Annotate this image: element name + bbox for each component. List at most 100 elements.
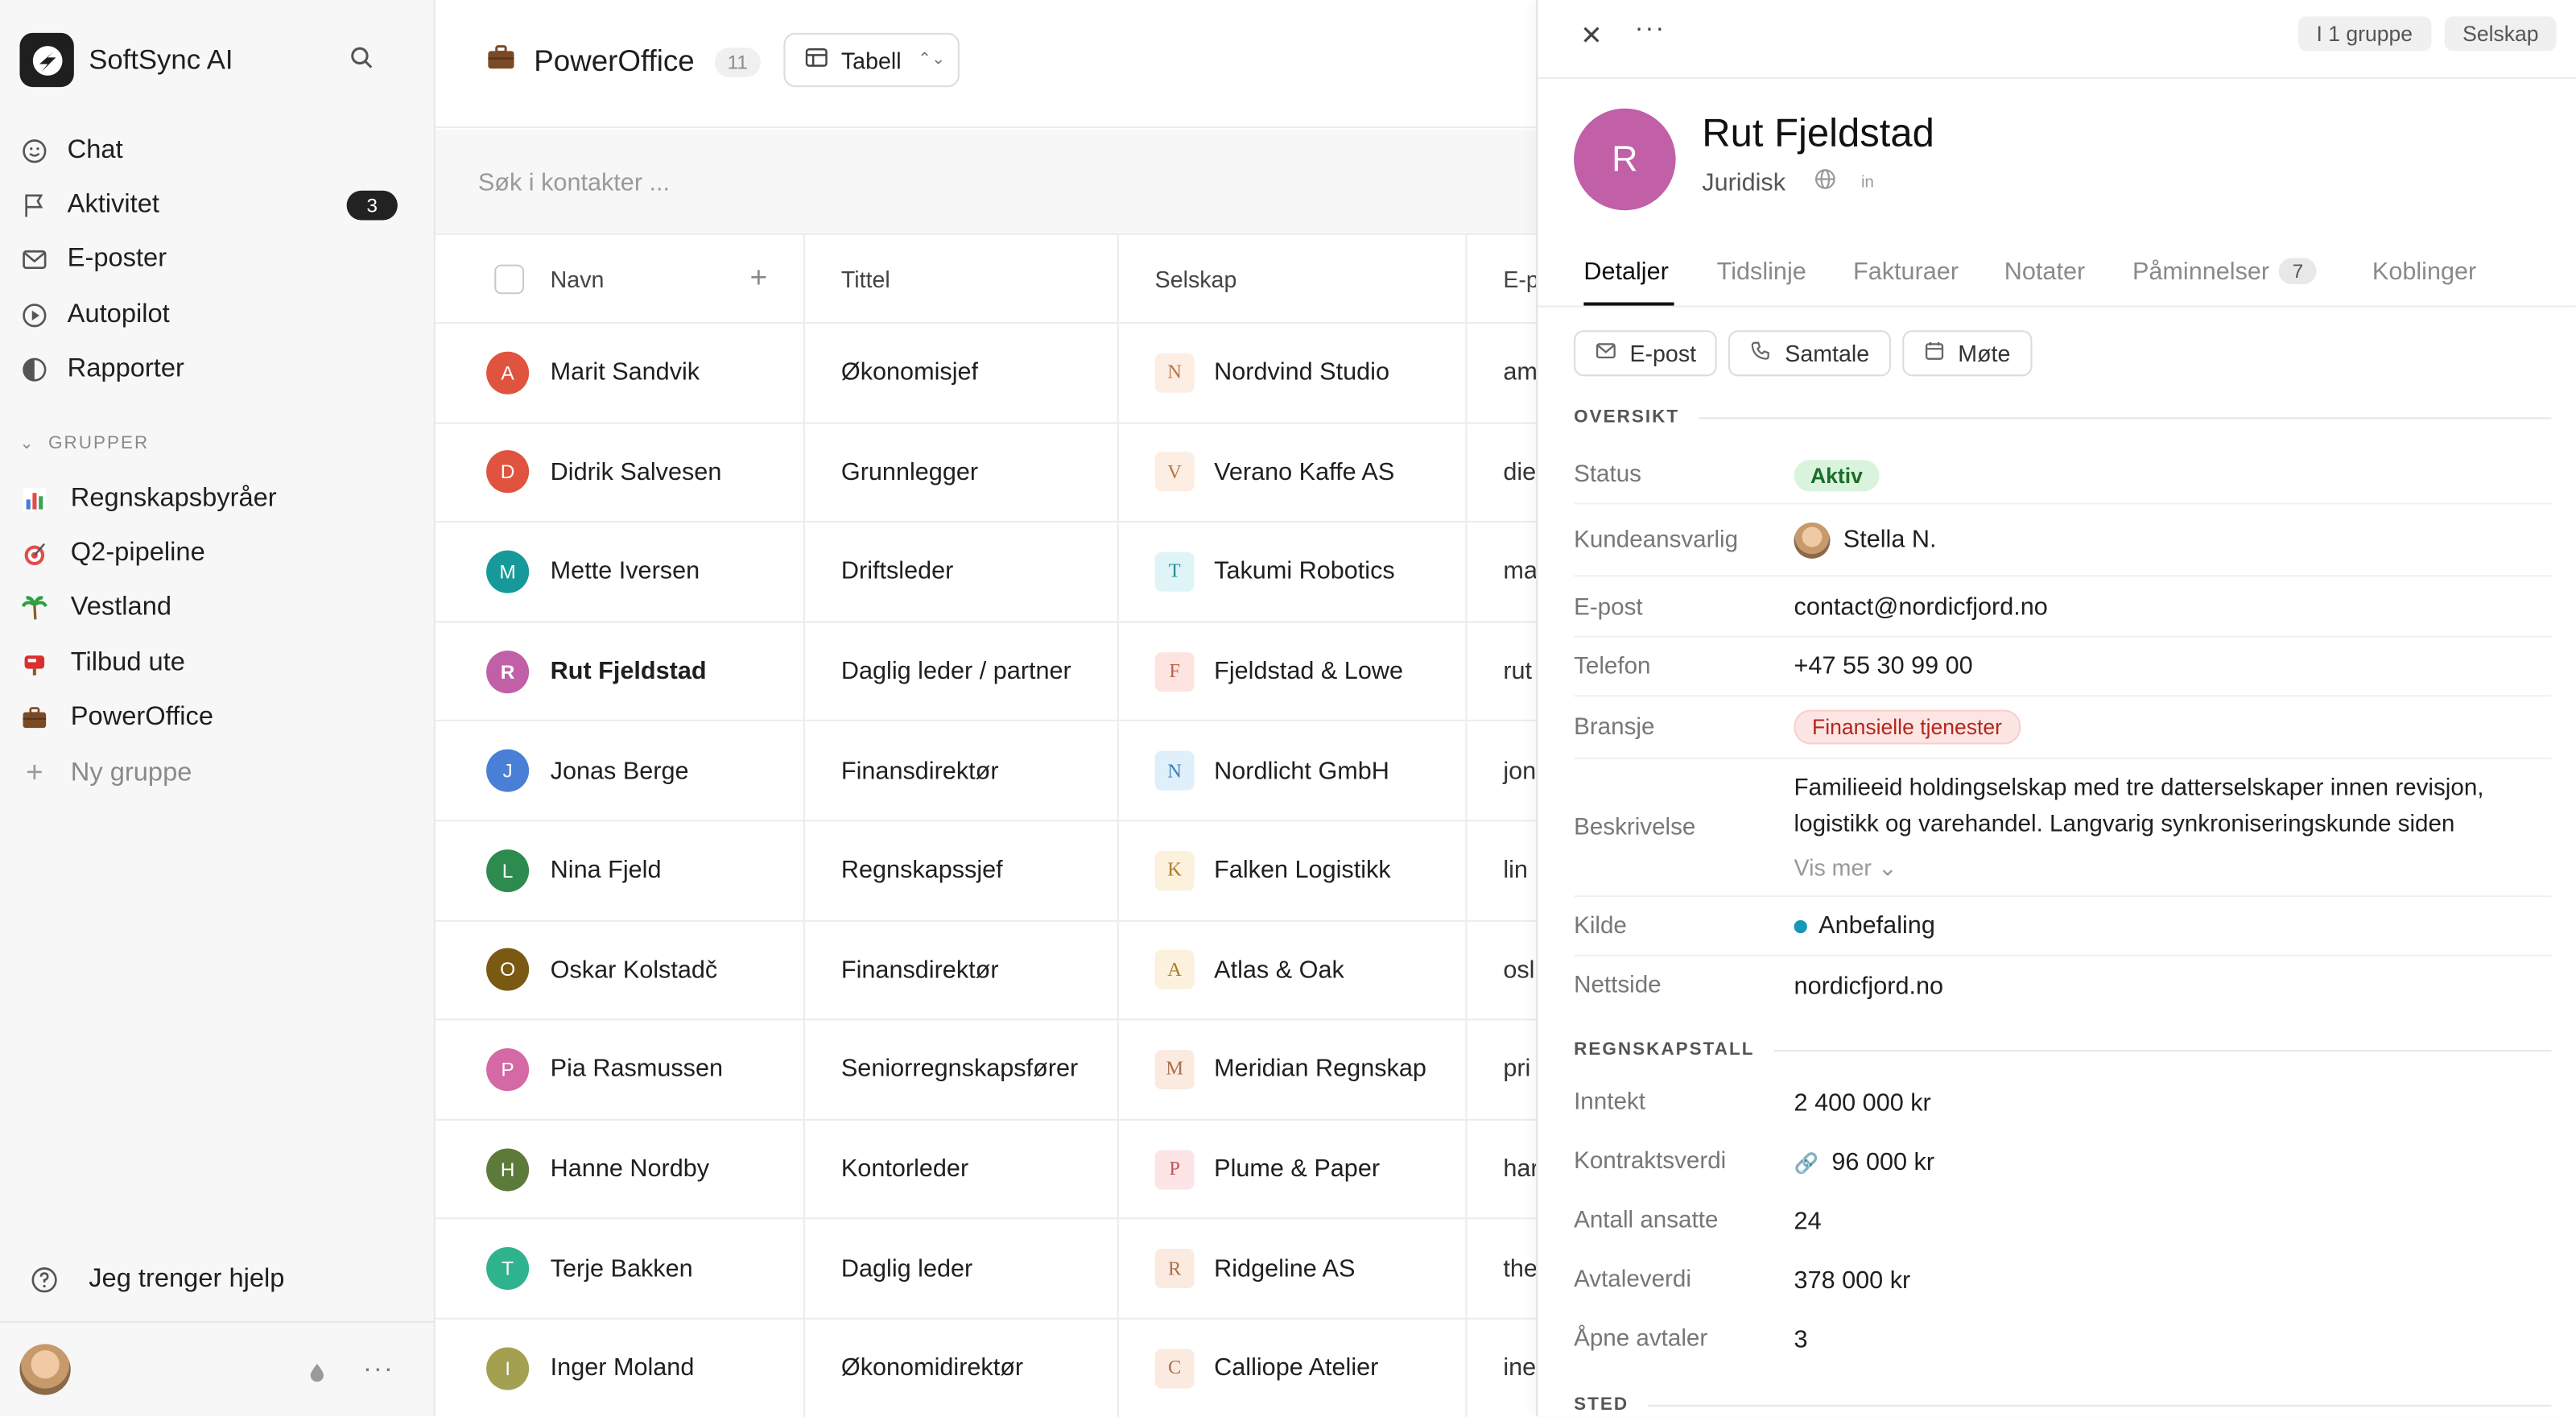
tab-koblinger[interactable]: Koblinger [2372, 254, 2476, 287]
group-item-regnskapsbyraer[interactable]: Regnskapsbyråer [0, 472, 436, 527]
tab-notater[interactable]: Notater [2004, 254, 2085, 287]
cell-name[interactable]: M Mette Iversen [436, 523, 805, 621]
cell-email[interactable]: die [1467, 423, 1536, 522]
more-icon[interactable]: ··· [363, 1356, 394, 1386]
cell-name[interactable]: T Terje Bakken [436, 1219, 805, 1318]
cell-company[interactable]: V Verano Kaffe AS [1119, 423, 1468, 522]
table-row[interactable]: P Pia Rasmussen Seniorregnskapsfører M Merid… [435, 1020, 1537, 1121]
cell-email[interactable]: lin [1467, 821, 1536, 919]
show-more-link[interactable]: Vis mer ⌄ [1794, 849, 2552, 886]
email-button[interactable]: E-post [1574, 330, 1718, 377]
cell-email[interactable]: ine [1467, 1320, 1536, 1417]
cell-email[interactable]: osl [1467, 921, 1536, 1019]
cell-email[interactable]: ma [1467, 523, 1536, 621]
phone-value[interactable]: +47 55 30 99 00 [1794, 652, 2552, 680]
cell-company[interactable]: P Plume & Paper [1119, 1120, 1468, 1218]
cell-name[interactable]: A Marit Sandvik [436, 324, 805, 422]
table-row[interactable]: R Rut Fjeldstad Daglig leder / partner F Fje… [435, 622, 1537, 722]
cell-name[interactable]: L Nina Fjeld [436, 821, 805, 919]
company-chip[interactable]: Selskap [2444, 16, 2557, 52]
open-deals-value[interactable]: 3 [1794, 1325, 2552, 1353]
cell-company[interactable]: K Falken Logistikk [1119, 821, 1468, 919]
cell-company[interactable]: C Calliope Atelier [1119, 1319, 1468, 1417]
table-row[interactable]: L Nina Fjeld Regnskapssjef K Falken Logistik… [435, 821, 1537, 921]
cell-title[interactable]: Kontorleder [805, 1120, 1119, 1218]
tab-detaljer[interactable]: Detaljer [1583, 254, 1668, 287]
more-icon[interactable]: ··· [1635, 14, 1666, 44]
nav-item-eposter[interactable]: E-poster [0, 233, 436, 287]
column-header-name[interactable]: Navn + [436, 234, 805, 322]
cell-email[interactable]: am [1467, 324, 1536, 422]
cell-name[interactable]: O Oskar Kolstadč [436, 920, 805, 1019]
employees-value[interactable]: 24 [1794, 1207, 2552, 1235]
new-group-button[interactable]: + Ny gruppe [0, 746, 436, 800]
cell-company[interactable]: N Nordvind Studio [1119, 324, 1468, 422]
cell-name[interactable]: H Hanne Nordby [436, 1120, 805, 1218]
view-selector[interactable]: Tabell ⌃⌄ [783, 32, 960, 88]
cell-title[interactable]: Finansdirektør [805, 920, 1119, 1019]
linkedin-icon[interactable]: in [1861, 173, 1874, 191]
cell-title[interactable]: Økonomisjef [805, 324, 1119, 422]
add-column-icon[interactable]: + [750, 261, 767, 295]
table-row[interactable]: M Mette Iversen Driftsleder T Takumi Robotic… [435, 523, 1537, 623]
website-value[interactable]: nordicfjord.no [1794, 972, 2552, 1000]
nav-item-autopilot[interactable]: Autopilot [0, 287, 436, 342]
status-badge[interactable]: Aktiv [1794, 459, 1880, 491]
table-row[interactable]: O Oskar Kolstadč Finansdirektør A Atlas & Oa… [435, 920, 1537, 1021]
cell-name[interactable]: J Jonas Berge [436, 721, 805, 820]
column-header-email[interactable]: E-p [1467, 235, 1536, 322]
close-icon[interactable]: ✕ [1580, 19, 1602, 52]
cell-company[interactable]: N Nordlicht GmbH [1119, 721, 1468, 820]
cell-title[interactable]: Finansdirektør [805, 721, 1119, 820]
cell-title[interactable]: Daglig leder / partner [805, 622, 1119, 721]
drop-icon[interactable] [309, 1361, 325, 1390]
tab-paminnelser[interactable]: Påminnelser 7 [2132, 254, 2317, 287]
cell-title[interactable]: Daglig leder [805, 1219, 1119, 1318]
cell-company[interactable]: T Takumi Robotics [1119, 523, 1468, 621]
group-item-vestland[interactable]: Vestland [0, 581, 436, 636]
group-item-q2-pipeline[interactable]: Q2-pipeline [0, 527, 436, 581]
select-all-checkbox[interactable] [494, 264, 525, 295]
column-header-title[interactable]: Tittel [805, 234, 1119, 322]
nav-item-rapporter[interactable]: Rapporter [0, 342, 436, 397]
cell-company[interactable]: R Ridgeline AS [1119, 1219, 1468, 1318]
deal-value[interactable]: 378 000 kr [1794, 1266, 2552, 1294]
cell-company[interactable]: M Meridian Regnskap [1119, 1020, 1468, 1119]
source-value[interactable]: Anbefaling [1794, 912, 2552, 940]
cell-name[interactable]: P Pia Rasmussen [436, 1020, 805, 1119]
table-row[interactable]: J Jonas Berge Finansdirektør N Nordlicht Gmb… [435, 721, 1537, 822]
cell-title[interactable]: Driftsleder [805, 523, 1119, 621]
email-value[interactable]: contact@nordicfjord.no [1794, 593, 2552, 622]
cell-title[interactable]: Grunnlegger [805, 423, 1119, 522]
call-button[interactable]: Samtale [1728, 330, 1891, 377]
cell-email[interactable]: rut [1467, 622, 1536, 721]
help-button[interactable]: Jeg trenger hjelp [30, 1265, 284, 1295]
table-row[interactable]: A Marit Sandvik Økonomisjef N Nordvind Studi… [435, 324, 1537, 423]
cell-company[interactable]: F Fjeldstad & Lowe [1119, 622, 1468, 721]
table-row[interactable]: D Didrik Salvesen Grunnlegger V Verano Kaffe… [435, 423, 1537, 523]
cell-name[interactable]: D Didrik Salvesen [436, 423, 805, 522]
cell-email[interactable]: har [1467, 1120, 1536, 1218]
cell-email[interactable]: the [1467, 1220, 1536, 1318]
cell-email[interactable]: jon [1467, 722, 1536, 820]
contacts-search-input[interactable] [477, 163, 1136, 203]
nav-item-chat[interactable]: Chat [0, 123, 436, 178]
groups-heading[interactable]: ⌄ GRUPPER [19, 434, 149, 453]
cell-name[interactable]: R Rut Fjeldstad [436, 622, 805, 721]
cell-company[interactable]: A Atlas & Oak [1119, 920, 1468, 1019]
table-row[interactable]: I Inger Moland Økonomidirektør C Calliope At… [436, 1319, 1536, 1417]
user-avatar[interactable] [19, 1344, 71, 1395]
industry-badge[interactable]: Finansielle tjenester [1794, 709, 2021, 745]
cell-title[interactable]: Økonomidirektør [805, 1319, 1119, 1417]
tab-tidslinje[interactable]: Tidslinje [1717, 254, 1806, 287]
revenue-value[interactable]: 2 400 000 kr [1794, 1089, 2552, 1117]
table-row[interactable]: T Terje Bakken Daglig leder R Ridgeline AS th… [435, 1219, 1537, 1320]
group-chip[interactable]: I 1 gruppe [2298, 16, 2431, 52]
tab-fakturaer[interactable]: Fakturaer [1853, 254, 1959, 287]
globe-icon[interactable] [1814, 167, 1837, 197]
contract-value[interactable]: 🔗 96 000 kr [1794, 1147, 2552, 1175]
group-item-tilbud-ute[interactable]: Tilbud ute [0, 636, 436, 691]
group-item-poweroffice[interactable]: PowerOffice [0, 691, 436, 746]
brand[interactable]: SoftSync AI [19, 32, 233, 88]
cell-title[interactable]: Regnskapssjef [805, 821, 1119, 919]
